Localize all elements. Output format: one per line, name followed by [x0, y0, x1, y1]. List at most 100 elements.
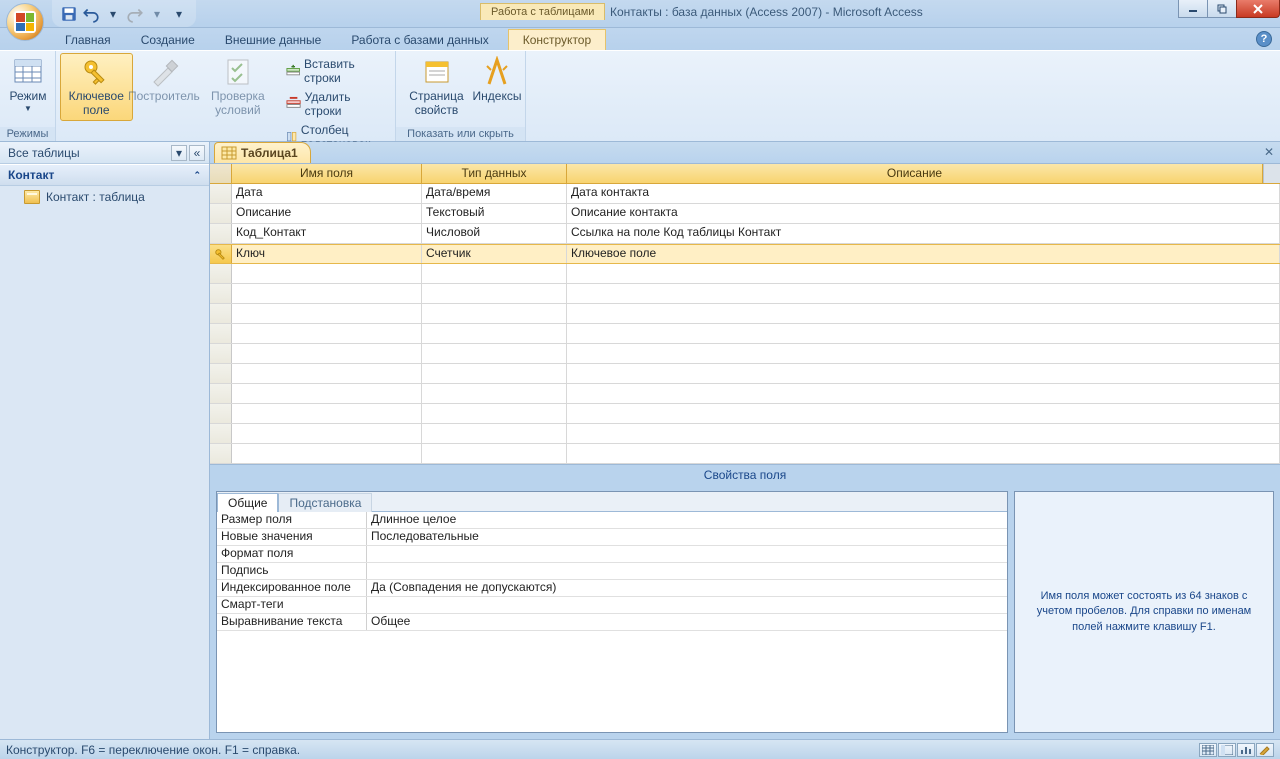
property-row[interactable]: Новые значенияПоследовательные	[217, 529, 1007, 546]
cell-data-type[interactable]	[422, 344, 567, 363]
cell-field-name[interactable]: Ключ	[232, 245, 422, 263]
table-row[interactable]	[210, 284, 1280, 304]
qat-customize-icon[interactable]: ▾	[170, 5, 188, 23]
tab-design[interactable]: Конструктор	[508, 29, 606, 50]
row-selector[interactable]	[210, 444, 232, 463]
cell-data-type[interactable]: Счетчик	[422, 245, 567, 263]
row-selector[interactable]	[210, 404, 232, 423]
tab-db-tools[interactable]: Работа с базами данных	[336, 29, 503, 50]
office-button[interactable]	[6, 3, 44, 41]
close-button[interactable]	[1236, 0, 1280, 18]
builder-button[interactable]: Построитель	[133, 53, 196, 107]
table-row[interactable]	[210, 344, 1280, 364]
cell-field-name[interactable]: Описание	[232, 204, 422, 223]
view-design-icon[interactable]	[1256, 743, 1274, 757]
cell-description[interactable]	[567, 344, 1280, 363]
doc-tab-table1[interactable]: Таблица1	[214, 142, 311, 163]
select-all-corner[interactable]	[210, 164, 232, 183]
row-selector[interactable]	[210, 384, 232, 403]
cell-description[interactable]	[567, 444, 1280, 463]
cell-description[interactable]	[567, 324, 1280, 343]
row-selector[interactable]	[210, 304, 232, 323]
view-pivotchart-icon[interactable]	[1237, 743, 1255, 757]
cell-data-type[interactable]	[422, 304, 567, 323]
nav-header[interactable]: Все таблицы ▾ «	[0, 142, 209, 164]
cell-description[interactable]: Описание контакта	[567, 204, 1280, 223]
row-selector[interactable]	[210, 224, 232, 243]
cell-description[interactable]	[567, 404, 1280, 423]
nav-item-contact-table[interactable]: Контакт : таблица	[0, 186, 209, 208]
cell-description[interactable]: Ссылка на поле Код таблицы Контакт	[567, 224, 1280, 243]
row-selector[interactable]	[210, 364, 232, 383]
cell-field-name[interactable]	[232, 264, 422, 283]
undo-icon[interactable]	[82, 5, 100, 23]
insert-rows-button[interactable]: Вставить строки	[281, 55, 391, 87]
cell-field-name[interactable]	[232, 304, 422, 323]
help-icon[interactable]: ?	[1256, 31, 1272, 47]
row-selector[interactable]	[210, 344, 232, 363]
property-row[interactable]: Смарт-теги	[217, 597, 1007, 614]
property-row[interactable]: Формат поля	[217, 546, 1007, 563]
property-sheet-button[interactable]: Страница свойств	[400, 53, 473, 121]
row-selector[interactable]	[210, 204, 232, 223]
nav-dropdown-icon[interactable]: ▾	[171, 145, 187, 161]
property-row[interactable]: Размер поляДлинное целое	[217, 512, 1007, 529]
cell-field-name[interactable]	[232, 404, 422, 423]
redo-dropdown-icon[interactable]: ▾	[148, 5, 166, 23]
property-row[interactable]: Подпись	[217, 563, 1007, 580]
cell-data-type[interactable]: Текстовый	[422, 204, 567, 223]
redo-icon[interactable]	[126, 5, 144, 23]
cell-data-type[interactable]	[422, 404, 567, 423]
table-row[interactable]	[210, 404, 1280, 424]
delete-rows-button[interactable]: Удалить строки	[281, 88, 391, 120]
property-value[interactable]: Длинное целое	[367, 512, 1007, 528]
cell-description[interactable]	[567, 304, 1280, 323]
cell-field-name[interactable]	[232, 364, 422, 383]
view-datasheet-icon[interactable]	[1199, 743, 1217, 757]
tab-lookup[interactable]: Подстановка	[278, 493, 372, 512]
row-selector[interactable]	[210, 284, 232, 303]
cell-description[interactable]	[567, 264, 1280, 283]
row-selector[interactable]	[210, 424, 232, 443]
cell-data-type[interactable]	[422, 444, 567, 463]
col-header-type[interactable]: Тип данных	[422, 164, 567, 183]
property-row[interactable]: Выравнивание текстаОбщее	[217, 614, 1007, 631]
table-row[interactable]: Код_КонтактЧисловойСсылка на поле Код та…	[210, 224, 1280, 244]
cell-data-type[interactable]: Дата/время	[422, 184, 567, 203]
cell-field-name[interactable]	[232, 324, 422, 343]
table-row[interactable]: ОписаниеТекстовыйОписание контакта	[210, 204, 1280, 224]
undo-dropdown-icon[interactable]: ▾	[104, 5, 122, 23]
table-row[interactable]	[210, 324, 1280, 344]
cell-description[interactable]: Ключевое поле	[567, 245, 1280, 263]
cell-field-name[interactable]	[232, 444, 422, 463]
doc-close-button[interactable]: ✕	[1262, 145, 1276, 159]
property-value[interactable]	[367, 563, 1007, 579]
table-row[interactable]	[210, 444, 1280, 464]
tab-external-data[interactable]: Внешние данные	[210, 29, 337, 50]
table-row[interactable]	[210, 384, 1280, 404]
col-header-desc[interactable]: Описание	[567, 164, 1263, 183]
cell-description[interactable]	[567, 364, 1280, 383]
cell-data-type[interactable]	[422, 424, 567, 443]
nav-collapse-icon[interactable]: «	[189, 145, 205, 161]
col-header-name[interactable]: Имя поля	[232, 164, 422, 183]
cell-data-type[interactable]	[422, 324, 567, 343]
cell-data-type[interactable]	[422, 264, 567, 283]
table-row[interactable]	[210, 304, 1280, 324]
cell-field-name[interactable]	[232, 384, 422, 403]
table-row[interactable]	[210, 264, 1280, 284]
view-pivottable-icon[interactable]	[1218, 743, 1236, 757]
table-row[interactable]: ДатаДата/времяДата контакта	[210, 184, 1280, 204]
table-row[interactable]	[210, 364, 1280, 384]
property-value[interactable]: Последовательные	[367, 529, 1007, 545]
table-row[interactable]	[210, 424, 1280, 444]
tab-home[interactable]: Главная	[50, 29, 126, 50]
row-selector[interactable]	[210, 184, 232, 203]
property-value[interactable]: Да (Совпадения не допускаются)	[367, 580, 1007, 596]
cell-field-name[interactable]	[232, 424, 422, 443]
cell-data-type[interactable]	[422, 364, 567, 383]
cell-data-type[interactable]	[422, 284, 567, 303]
save-icon[interactable]	[60, 5, 78, 23]
maximize-button[interactable]	[1207, 0, 1237, 18]
property-value[interactable]	[367, 546, 1007, 562]
